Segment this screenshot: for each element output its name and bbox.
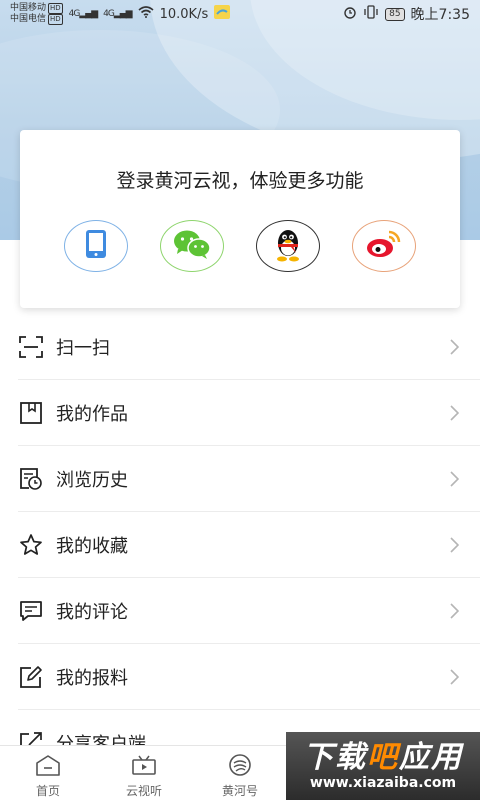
bookmark-icon — [18, 400, 44, 426]
carrier-2: 中国电信 — [10, 14, 47, 24]
app-notification-icon — [214, 5, 231, 23]
huanghe-icon — [227, 754, 253, 782]
chevron-right-icon — [446, 667, 462, 687]
chevron-right-icon — [446, 403, 462, 423]
signal-icon: 4G▂▄▆ — [103, 9, 132, 19]
history-icon — [18, 466, 44, 492]
menu-item-label: 浏览历史 — [56, 469, 128, 491]
nav-label: 首页 — [35, 784, 60, 798]
vibrate-icon — [363, 5, 379, 23]
carrier-info: 中国移动 HD 中国电信 HD — [10, 3, 63, 25]
hd-badge: HD — [48, 3, 63, 14]
signal-icon: 4G▂▄▆ — [68, 9, 98, 19]
login-prompt[interactable]: 登录黄河云视，体验更多功能 — [20, 166, 460, 193]
menu-item-label: 扫一扫 — [56, 337, 110, 359]
nav-huanghe[interactable]: 黄河号 — [192, 746, 288, 800]
tv-icon — [131, 754, 157, 782]
home-icon — [35, 754, 61, 782]
clock: 晚上7:35 — [410, 7, 470, 23]
nav-cloud-tv[interactable]: 云视听 — [96, 746, 192, 800]
chevron-right-icon — [446, 469, 462, 489]
nav-label: 黄河号 — [221, 784, 258, 798]
qq-icon — [272, 226, 304, 266]
network-speed: 10.0K/s — [159, 6, 209, 22]
wifi-icon — [138, 6, 154, 22]
scan-icon — [18, 334, 44, 360]
battery-icon: 85 — [385, 7, 405, 21]
menu-item-comments[interactable]: 我的评论 — [18, 578, 480, 644]
phone-login-button[interactable] — [64, 220, 128, 272]
hd-badge: HD — [48, 14, 63, 25]
wechat-login-button[interactable] — [160, 220, 224, 272]
alarm-icon — [343, 5, 357, 23]
menu-item-scan[interactable]: 扫一扫 — [18, 314, 480, 380]
login-card: 登录黄河云视，体验更多功能 — [20, 130, 460, 308]
menu-item-label: 我的作品 — [56, 403, 128, 425]
menu-item-label: 我的评论 — [56, 601, 128, 623]
chevron-right-icon — [446, 601, 462, 621]
login-methods — [20, 220, 460, 272]
menu-item-label: 我的收藏 — [56, 535, 128, 557]
comment-icon — [18, 598, 44, 624]
weibo-login-button[interactable] — [352, 220, 416, 272]
nav-label: 云视听 — [125, 784, 162, 798]
menu-item-history[interactable]: 浏览历史 — [18, 446, 480, 512]
settings-menu: 扫一扫 我的作品 浏览历史 我的收藏 我的评论 我的报料 分享客户端 — [18, 314, 480, 776]
phone-icon — [85, 229, 107, 263]
weibo-icon — [365, 229, 403, 263]
nav-home[interactable]: 首页 — [0, 746, 96, 800]
chevron-right-icon — [446, 337, 462, 357]
status-bar: 中国移动 HD 中国电信 HD 4G▂▄▆ 4G▂▄▆ 10.0K/s 85 晚上7… — [0, 0, 480, 28]
carrier-1: 中国移动 — [10, 3, 47, 13]
star-icon — [18, 532, 44, 558]
chevron-right-icon — [446, 535, 462, 555]
wechat-icon — [172, 228, 212, 264]
menu-item-reports[interactable]: 我的报料 — [18, 644, 480, 710]
menu-item-label: 我的报料 — [56, 667, 128, 689]
menu-item-my-works[interactable]: 我的作品 — [18, 380, 480, 446]
qq-login-button[interactable] — [256, 220, 320, 272]
watermark-logo: 下载吧应用 www.xiazaiba.com — [286, 732, 480, 800]
menu-item-favorites[interactable]: 我的收藏 — [18, 512, 480, 578]
edit-icon — [18, 664, 44, 690]
